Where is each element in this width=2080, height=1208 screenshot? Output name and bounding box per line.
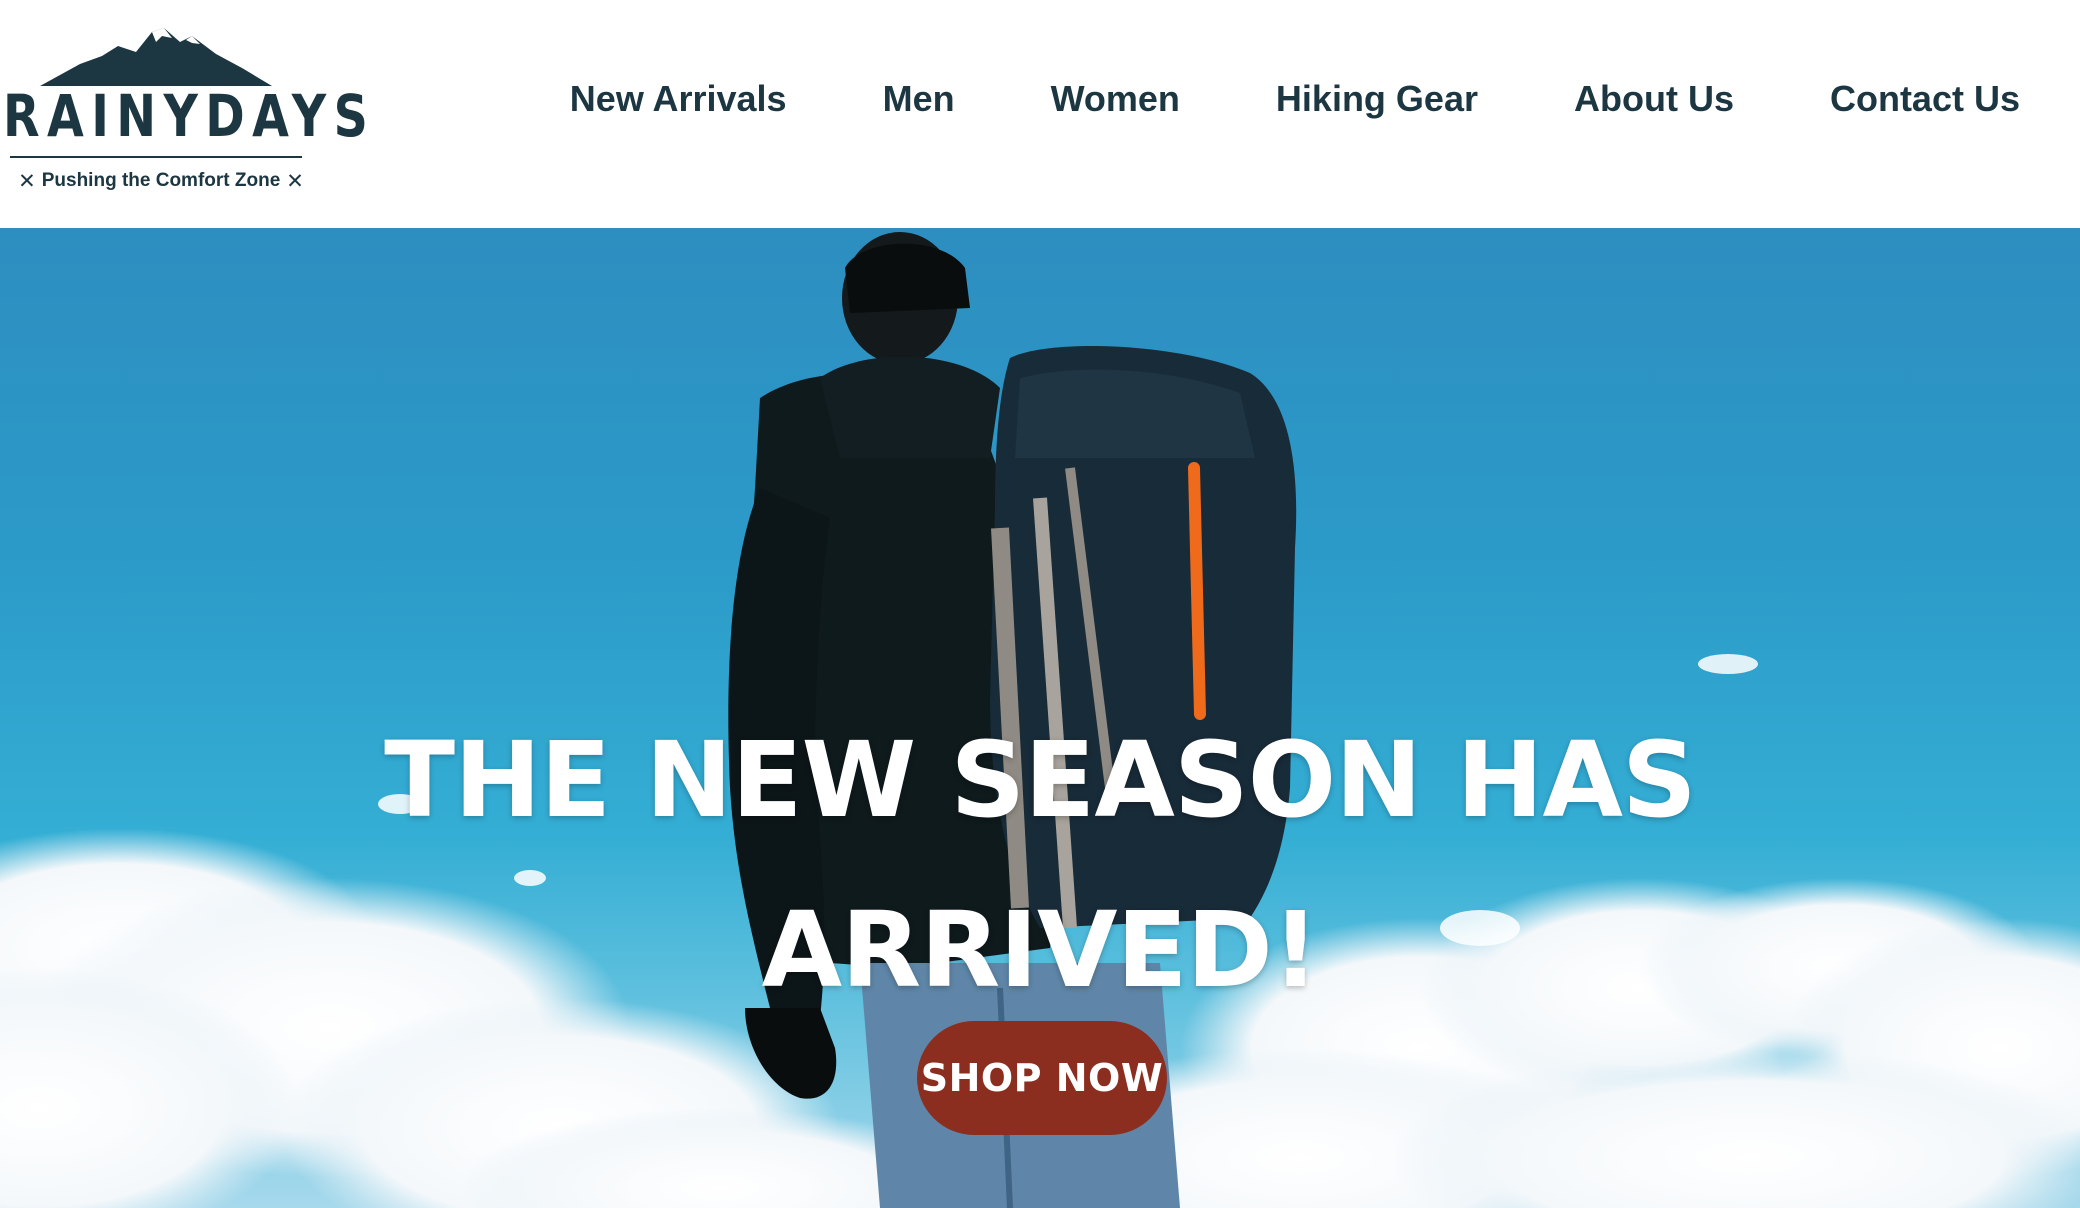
nav-item-women[interactable]: Women [1051, 78, 1180, 120]
nav-item-hiking-gear[interactable]: Hiking Gear [1276, 78, 1478, 120]
hero-headline-line-2: ARRIVED! [761, 889, 1320, 1011]
cross-icon-left: ✕ [18, 169, 36, 193]
main-nav: New Arrivals Men Women Hiking Gear About… [570, 78, 2020, 120]
site-header: RAINYDAYS ✕ Pushing the Comfort Zone ✕ N… [0, 0, 2080, 228]
mountain-logo-icon [40, 28, 272, 86]
shop-now-button[interactable]: SHOP NOW [917, 1021, 1167, 1135]
logo-tagline-row: ✕ Pushing the Comfort Zone ✕ [18, 166, 304, 196]
hero-headline: THE NEW SEASON HAS ARRIVED! [0, 695, 2080, 1035]
nav-item-about-us[interactable]: About Us [1574, 78, 1734, 120]
logo-wordmark: RAINYDAYS [3, 82, 376, 150]
hero-banner: THE NEW SEASON HAS ARRIVED! SHOP NOW [0, 228, 2080, 1208]
logo-divider [10, 156, 302, 158]
logo-tagline: Pushing the Comfort Zone [41, 170, 281, 191]
nav-item-men[interactable]: Men [883, 78, 955, 120]
site-logo[interactable]: RAINYDAYS ✕ Pushing the Comfort Zone ✕ [0, 26, 368, 198]
hero-headline-line-1: THE NEW SEASON HAS [384, 719, 1697, 841]
nav-item-contact-us[interactable]: Contact Us [1830, 78, 2020, 120]
cross-icon-right: ✕ [286, 169, 304, 193]
nav-item-new-arrivals[interactable]: New Arrivals [570, 78, 787, 120]
